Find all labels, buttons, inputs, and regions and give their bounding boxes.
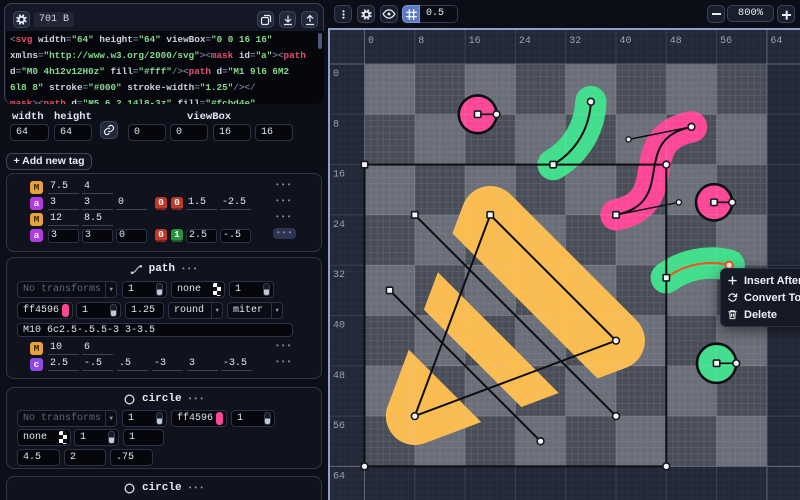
svg-text:0: 0 bbox=[368, 36, 374, 47]
svg-text:48: 48 bbox=[333, 371, 345, 382]
svg-text:32: 32 bbox=[333, 270, 345, 281]
svg-text:8: 8 bbox=[333, 119, 339, 130]
svg-text:48: 48 bbox=[670, 36, 682, 47]
svg-text:64: 64 bbox=[770, 36, 782, 47]
svg-text:0: 0 bbox=[333, 69, 339, 80]
svg-text:24: 24 bbox=[333, 220, 345, 231]
svg-text:16: 16 bbox=[469, 36, 481, 47]
svg-text:40: 40 bbox=[620, 36, 632, 47]
svg-text:64: 64 bbox=[333, 471, 345, 482]
svg-text:8: 8 bbox=[418, 36, 424, 47]
svg-text:24: 24 bbox=[519, 36, 531, 47]
svg-text:56: 56 bbox=[720, 36, 732, 47]
svg-text:16: 16 bbox=[333, 170, 345, 181]
svg-text:32: 32 bbox=[569, 36, 581, 47]
svg-text:40: 40 bbox=[333, 321, 345, 332]
svg-text:56: 56 bbox=[333, 421, 345, 432]
